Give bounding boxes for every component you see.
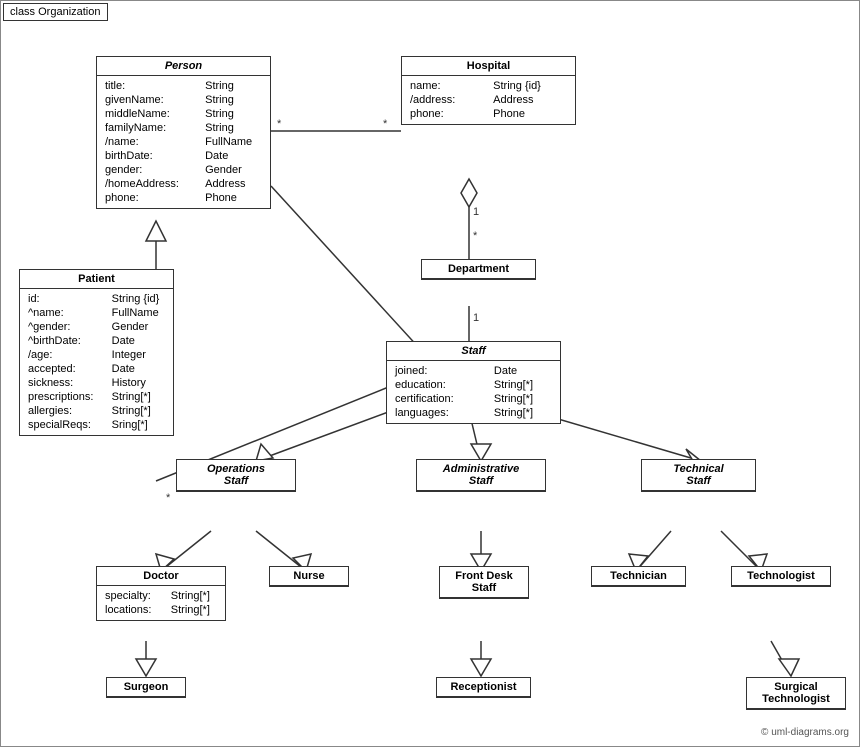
receptionist-class: Receptionist xyxy=(436,677,531,698)
front-desk-staff-title: Front DeskStaff xyxy=(440,567,528,598)
patient-title: Patient xyxy=(20,270,173,289)
doctor-class: Doctor specialty:String[*] locations:Str… xyxy=(96,566,226,621)
doctor-body: specialty:String[*] locations:String[*] xyxy=(97,586,225,620)
administrative-staff-class: AdministrativeStaff xyxy=(416,459,546,492)
surgical-technologist-class: SurgicalTechnologist xyxy=(746,677,846,710)
technician-class: Technician xyxy=(591,566,686,587)
doctor-title: Doctor xyxy=(97,567,225,586)
surgical-technologist-title: SurgicalTechnologist xyxy=(747,678,845,709)
operations-staff-title: OperationsStaff xyxy=(177,460,295,491)
hospital-class: Hospital name:String {id} /address:Addre… xyxy=(401,56,576,125)
frame-label: class Organization xyxy=(3,3,108,21)
technologist-class: Technologist xyxy=(731,566,831,587)
administrative-staff-title: AdministrativeStaff xyxy=(417,460,545,491)
technician-title: Technician xyxy=(592,567,685,586)
hospital-title: Hospital xyxy=(402,57,575,76)
svg-text:*: * xyxy=(166,492,171,504)
front-desk-staff-class: Front DeskStaff xyxy=(439,566,529,599)
technologist-title: Technologist xyxy=(732,567,830,586)
person-body: title:String givenName:String middleName… xyxy=(97,76,270,208)
staff-class: Staff joined:Date education:String[*] ce… xyxy=(386,341,561,424)
patient-body: id:String {id} ^name:FullName ^gender:Ge… xyxy=(20,289,173,435)
receptionist-title: Receptionist xyxy=(437,678,530,697)
person-title: Person xyxy=(97,57,270,76)
copyright-text: © uml-diagrams.org xyxy=(761,727,849,738)
surgeon-title: Surgeon xyxy=(107,678,185,697)
department-title: Department xyxy=(422,260,535,279)
nurse-class: Nurse xyxy=(269,566,349,587)
staff-title: Staff xyxy=(387,342,560,361)
svg-text:1: 1 xyxy=(473,206,479,218)
department-class: Department xyxy=(421,259,536,280)
technical-staff-class: TechnicalStaff xyxy=(641,459,756,492)
svg-text:1: 1 xyxy=(473,312,479,324)
surgeon-class: Surgeon xyxy=(106,677,186,698)
staff-body: joined:Date education:String[*] certific… xyxy=(387,361,560,423)
patient-class: Patient id:String {id} ^name:FullName ^g… xyxy=(19,269,174,436)
person-class: Person title:String givenName:String mid… xyxy=(96,56,271,209)
svg-text:*: * xyxy=(473,230,478,242)
uml-diagram: class Organization * * 1 * 1 * xyxy=(0,0,860,747)
operations-staff-class: OperationsStaff xyxy=(176,459,296,492)
technical-staff-title: TechnicalStaff xyxy=(642,460,755,491)
svg-text:*: * xyxy=(383,118,388,130)
nurse-title: Nurse xyxy=(270,567,348,586)
svg-text:*: * xyxy=(277,118,282,130)
hospital-body: name:String {id} /address:Address phone:… xyxy=(402,76,575,124)
